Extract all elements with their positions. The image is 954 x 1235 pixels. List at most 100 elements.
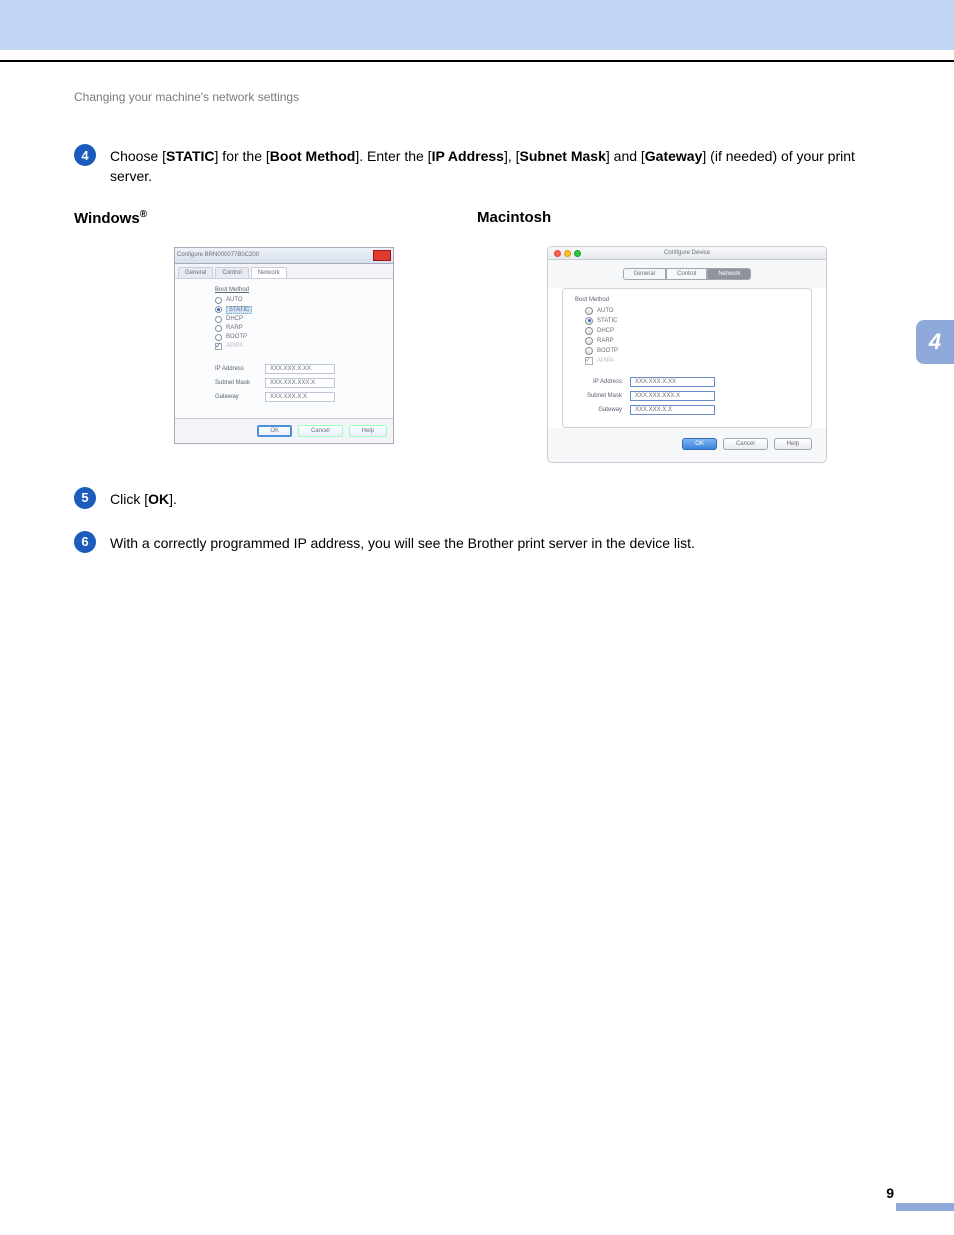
- radio-icon: [215, 325, 222, 332]
- step-4: 4 Choose [STATIC] for the [Boot Method].…: [74, 144, 880, 187]
- mac-segmented-control: General Control Network: [548, 260, 826, 288]
- row-subnet: Subnet MaskXXX.XXX.XXX.X: [215, 378, 373, 388]
- checkbox-icon: [215, 343, 222, 350]
- t-b: Subnet Mask: [520, 148, 606, 164]
- ip-input[interactable]: XXX.XXX.X.XX: [265, 364, 335, 374]
- radio-label: DHCP: [597, 328, 614, 334]
- radio-icon: [585, 307, 593, 315]
- subnet-input[interactable]: XXX.XXX.XXX.X: [630, 391, 715, 401]
- windows-dialog-buttons: OK Cancel Help: [175, 418, 393, 443]
- windows-dialog-body: Boot Method AUTO STATIC DHCP RARP BOOTP …: [175, 279, 393, 418]
- cancel-button[interactable]: Cancel: [723, 438, 768, 450]
- step-5: 5 Click [OK].: [74, 487, 880, 509]
- tab-network[interactable]: Network: [251, 267, 287, 278]
- windows-title: Windows®: [74, 209, 477, 227]
- page-number: 9: [886, 1185, 894, 1201]
- gateway-label: Gateway: [575, 407, 630, 413]
- radio-static[interactable]: STATIC: [215, 306, 373, 314]
- t-b: IP Address: [432, 148, 504, 164]
- page-section-title: Changing your machine's network settings: [74, 90, 880, 104]
- radio-dhcp[interactable]: DHCP: [215, 316, 373, 323]
- help-button[interactable]: Help: [349, 425, 387, 437]
- ip-input[interactable]: XXX.XXX.X.XX: [630, 377, 715, 387]
- gateway-input[interactable]: XXX.XXX.X.X: [630, 405, 715, 415]
- t-b: Gateway: [645, 148, 703, 164]
- row-ip: IP AddressXXX.XXX.X.XX: [575, 377, 799, 387]
- row-gateway: GatewayXXX.XXX.X.X: [215, 392, 373, 402]
- step-4-text: Choose [STATIC] for the [Boot Method]. E…: [110, 144, 880, 187]
- ok-button[interactable]: OK: [682, 438, 717, 450]
- boot-method-label: Boot Method: [215, 287, 373, 293]
- subnet-input[interactable]: XXX.XXX.XXX.X: [265, 378, 335, 388]
- t: Click [: [110, 491, 148, 507]
- segment-general[interactable]: General: [623, 268, 666, 280]
- radio-bootp[interactable]: BOOTP: [215, 334, 373, 341]
- checkbox-icon: [585, 357, 593, 365]
- t: ]. Enter the [: [355, 148, 431, 164]
- mac-dialog-title: Configure Device: [664, 250, 710, 256]
- windows-dialog-title: Configure BRN000077B0C200: [177, 252, 259, 258]
- radio-icon: [585, 327, 593, 335]
- step-6: 6 With a correctly programmed IP address…: [74, 531, 880, 553]
- segment-network[interactable]: Network: [707, 268, 751, 280]
- radio-bootp[interactable]: BOOTP: [585, 347, 799, 355]
- radio-static[interactable]: STATIC: [585, 317, 799, 325]
- t: ] for the [: [215, 148, 270, 164]
- gateway-input[interactable]: XXX.XXX.X.X: [265, 392, 335, 402]
- radio-label: AUTO: [597, 308, 614, 314]
- help-button[interactable]: Help: [774, 438, 812, 450]
- radio-label: RARP: [226, 325, 243, 331]
- mac-column: Macintosh Configure Device General Contr…: [477, 209, 880, 463]
- boot-method-label: Boot Method: [575, 297, 799, 303]
- zoom-icon[interactable]: [574, 250, 581, 257]
- page-accent-bar: [896, 1203, 954, 1211]
- windows-title-text: Windows: [74, 210, 140, 227]
- radio-label: RARP: [597, 338, 614, 344]
- checkbox-label: APIPA: [597, 358, 614, 364]
- ok-button[interactable]: OK: [257, 425, 292, 437]
- step-5-text: Click [OK].: [110, 487, 177, 509]
- registered-mark: ®: [140, 209, 147, 220]
- close-icon[interactable]: [373, 250, 391, 261]
- windows-tabs: General Control Network: [175, 264, 393, 279]
- step-badge-5: 5: [74, 487, 96, 509]
- mac-traffic-lights: [554, 250, 581, 257]
- radio-icon: [585, 337, 593, 345]
- radio-icon: [215, 316, 222, 323]
- radio-icon: [585, 317, 593, 325]
- t-b: Boot Method: [270, 148, 356, 164]
- radio-rarp[interactable]: RARP: [585, 337, 799, 345]
- cancel-button[interactable]: Cancel: [298, 425, 343, 437]
- tab-general[interactable]: General: [178, 267, 213, 278]
- row-subnet: Subnet MaskXXX.XXX.XXX.X: [575, 391, 799, 401]
- t: ], [: [504, 148, 520, 164]
- radio-rarp[interactable]: RARP: [215, 325, 373, 332]
- t-b: OK: [148, 491, 169, 507]
- radio-dhcp[interactable]: DHCP: [585, 327, 799, 335]
- radio-icon: [215, 306, 222, 313]
- radio-label: STATIC: [597, 318, 617, 324]
- radio-auto[interactable]: AUTO: [215, 297, 373, 304]
- row-gateway: GatewayXXX.XXX.X.X: [575, 405, 799, 415]
- subnet-label: Subnet Mask: [215, 380, 265, 386]
- gateway-label: Gateway: [215, 394, 265, 400]
- tab-control[interactable]: Control: [215, 267, 248, 278]
- radio-label: BOOTP: [597, 348, 618, 354]
- radio-auto[interactable]: AUTO: [585, 307, 799, 315]
- windows-dialog-titlebar: Configure BRN000077B0C200: [175, 248, 393, 264]
- radio-label: DHCP: [226, 316, 243, 322]
- radio-label: BOOTP: [226, 334, 247, 340]
- radio-label: AUTO: [226, 297, 243, 303]
- checkbox-apipa[interactable]: APIPA: [585, 357, 799, 365]
- step-badge-6: 6: [74, 531, 96, 553]
- ip-label: IP Address: [215, 366, 265, 372]
- mac-dialog-buttons: OK Cancel Help: [548, 428, 826, 462]
- radio-label: STATIC: [226, 306, 252, 314]
- close-icon[interactable]: [554, 250, 561, 257]
- segment-control[interactable]: Control: [666, 268, 707, 280]
- checkbox-apipa[interactable]: APIPA: [215, 343, 373, 350]
- t: Choose [: [110, 148, 166, 164]
- mac-panel: Boot Method AUTO STATIC DHCP RARP BOOTP …: [562, 288, 812, 428]
- step-6-text: With a correctly programmed IP address, …: [110, 531, 695, 553]
- minimize-icon[interactable]: [564, 250, 571, 257]
